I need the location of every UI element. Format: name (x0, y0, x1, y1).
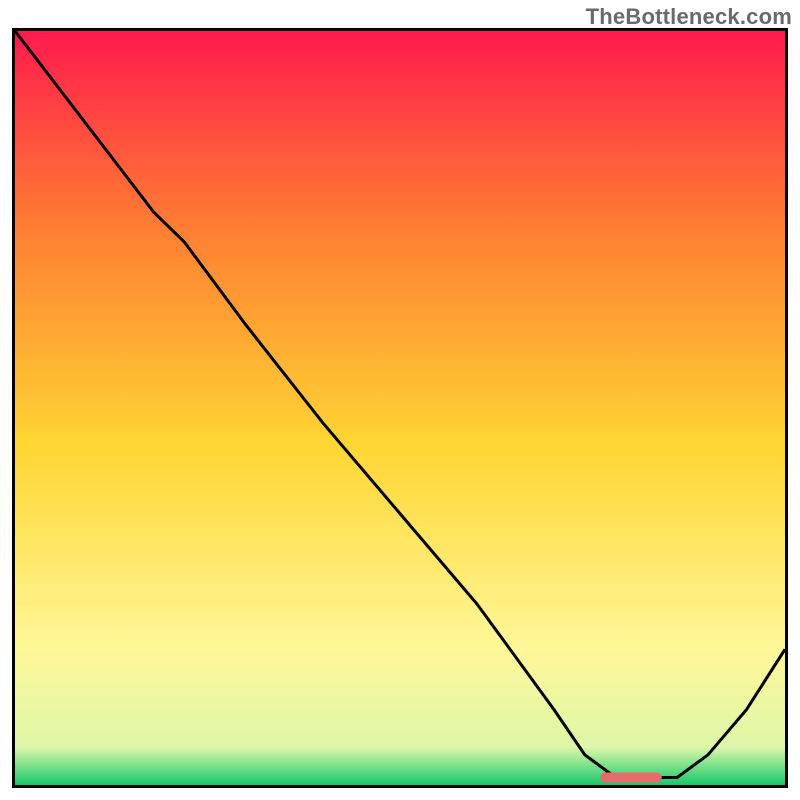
watermark-text: TheBottleneck.com (586, 4, 792, 30)
chart-frame (12, 28, 788, 788)
gradient-background (15, 31, 785, 785)
optimal-marker (600, 773, 662, 783)
chart-plot (15, 31, 785, 785)
chart-root: TheBottleneck.com (0, 0, 800, 800)
